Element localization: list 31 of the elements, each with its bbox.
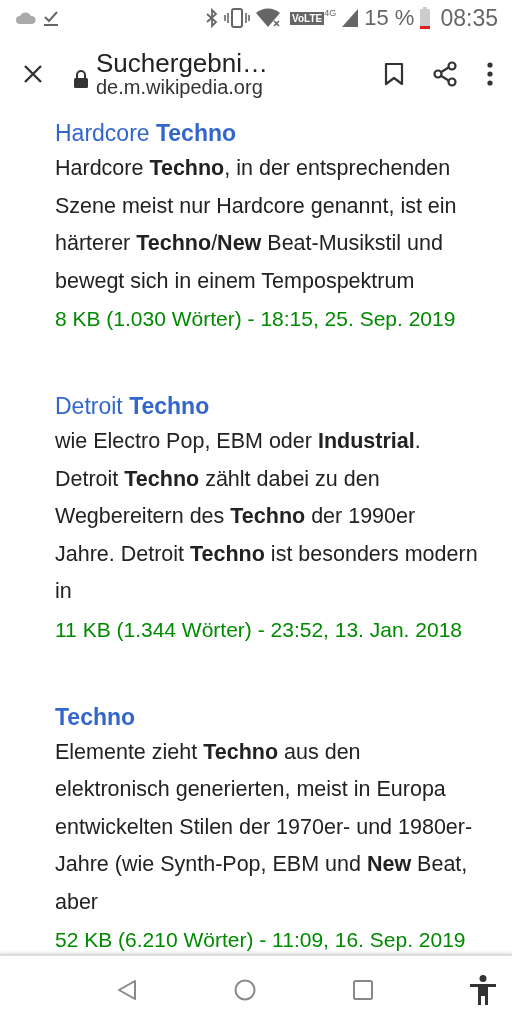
result-meta: 11 KB (1.344 Wörter) - 23:52, 13. Jan. 2018: [55, 616, 463, 643]
accessibility-icon[interactable]: [470, 975, 496, 1005]
result-title-link[interactable]: Hardcore Techno: [55, 118, 478, 148]
result-snippet: Elemente zieht Techno aus den elektronisch generierten, meist in Europa entwickelten Stilen der 1970er- und 1980er-Jahre (wie Synth-Pop, EBM und New Beat, aber: [55, 738, 474, 916]
network-label: 4G: [324, 8, 337, 18]
page-title: Suchergebni…: [96, 49, 269, 78]
vibrate-icon: [224, 8, 251, 28]
result-snippet: Hardcore Techno, in der entsprechenden Szene meist nur Hardcore genannt, ist ein härterer Techno/New Beat-Musikstil und bewegt sich in einem Tempospektrum: [55, 155, 458, 295]
result-snippet: wie Electro Pop, EBM oder Industrial. Detroit Techno zählt dabei zu den Wegbereitern des Techno der 1990er Jahre. Detroit Techno ist besonders modern in: [55, 428, 478, 605]
bluetooth-icon: [206, 8, 219, 28]
result-meta: 52 KB (6.210 Wörter) - 11:09, 16. Sep. 2019: [55, 927, 467, 953]
signal-icon: [342, 9, 359, 27]
wifi-off-icon: [256, 8, 283, 28]
close-icon[interactable]: [22, 63, 44, 85]
result-meta: 8 KB (1.030 Wörter) - 18:15, 25. Sep. 2019: [55, 306, 457, 332]
recents-icon[interactable]: [353, 980, 373, 1000]
back-icon[interactable]: [117, 979, 137, 1001]
page-url: de.m.wikipedia.org: [96, 77, 263, 99]
battery-icon: [420, 7, 431, 29]
lock-icon: [74, 70, 88, 88]
result-title-link[interactable]: Techno: [55, 701, 478, 732]
battery-percent: 15 %: [364, 5, 415, 31]
home-icon[interactable]: [234, 979, 256, 1001]
result-title-link[interactable]: Detroit Techno: [55, 391, 478, 421]
more-icon[interactable]: [486, 62, 494, 86]
cloud-icon: [16, 12, 36, 24]
bookmark-icon[interactable]: [384, 62, 404, 86]
download-done-icon: [42, 9, 60, 27]
volte-label: VoLTE: [290, 11, 325, 25]
share-icon[interactable]: [432, 61, 458, 87]
clock: 08:35: [440, 4, 498, 32]
